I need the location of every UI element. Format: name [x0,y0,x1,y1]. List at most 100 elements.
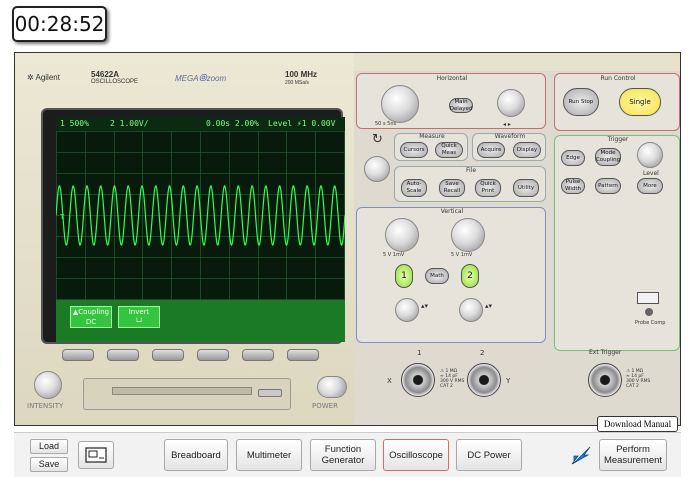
time-scale: 0.00s 2.00% [206,119,259,128]
acquire-button[interactable]: Acquire [477,142,505,158]
probe-comp-label: Probe Comp [635,320,666,326]
trigger-section: Trigger Edge Mode Coupling Level Pulse W… [554,135,680,351]
math-button[interactable]: Math [425,268,449,284]
waveform-title: Waveform [494,133,526,140]
mode-coupling-button[interactable]: Mode Coupling [595,148,621,166]
main-delayed-button[interactable]: Main Delayed [449,98,473,113]
save-button[interactable]: Save [30,457,68,472]
ch1-input-label: 1 [417,349,422,357]
breadboard-button[interactable]: Breadboard [164,439,228,471]
intensity-knob[interactable] [34,371,62,399]
sample-rate-label: 200 MSa/s [285,80,309,86]
edge-button[interactable]: Edge [561,150,585,166]
horizontal-title: Horizontal [436,75,468,82]
pattern-button[interactable]: Pattern [595,178,621,194]
waveform-section: Waveform Acquire Display [472,133,546,161]
x-input-label: X [387,377,392,385]
perform-measurement-button[interactable]: Perform Measurement [599,439,667,471]
trigger-level: Level ⚡1 0.00V [268,119,336,128]
bottom-toolbar: Load Save Breadboard Multimeter Function… [14,432,681,477]
ch1-scale: 1 500% [60,119,89,128]
ext-trigger-input-spec: ⚠ 1 MΩ ≈ 14 pF 300 V RMS CAT 2 [626,369,651,389]
file-title: File [465,167,477,174]
softkey-button-4[interactable] [197,349,229,361]
ch1-bnc-connector[interactable] [401,363,435,397]
trigger-level-label: Level [643,170,659,177]
ch1-button[interactable]: 1 [395,264,413,288]
download-manual-button[interactable]: Download Manual [597,416,678,432]
ch1-position-knob[interactable] [395,298,419,322]
vertical-title: Vertical [440,208,464,215]
oscilloscope-button[interactable]: Oscilloscope [383,439,449,471]
oscilloscope-display: 1 500% 2 1.00V/ 0.00s 2.00% Level ⚡1 0.0… [56,117,345,342]
auto-scale-button[interactable]: Auto-Scale [401,179,427,197]
trigger-level-knob[interactable] [637,142,663,168]
horizontal-time-labels: 50 s 5ns [375,121,397,127]
dc-power-button[interactable]: DC Power [456,439,522,471]
run-control-section: Run Control Run Stop Single [554,73,680,131]
screen-capture-icon [85,447,107,463]
softkey-coupling[interactable]: ▲Coupling DC [70,306,112,328]
save-recall-button[interactable]: Save Recall [439,179,465,197]
display-button[interactable]: Display [513,142,541,158]
ch1-updown-icon: ▴▾ [421,302,429,310]
softkey-button-5[interactable] [242,349,274,361]
multimeter-button[interactable]: Multimeter [236,439,302,471]
softkey-button-2[interactable] [107,349,139,361]
trigger-title: Trigger [607,136,629,143]
ext-trigger-bnc-connector[interactable] [588,363,622,397]
single-button[interactable]: Single [619,88,661,116]
cursors-button[interactable]: Cursors [400,142,428,158]
megazoom-logo: MEGA⦾zoom [175,73,227,84]
utility-button[interactable]: Utility [513,179,539,197]
ch1-input-spec: ⚠ 1 MΩ ≈ 14 pF 300 V RMS CAT 2 [440,369,465,389]
ch1-volts-labels: 5 V 1mV [383,252,405,258]
softkey-button-6[interactable] [287,349,319,361]
control-panel: Horizontal 50 s 5ns Main Delayed ◂ ▸ Run… [354,71,680,425]
quick-print-button[interactable]: Quick Print [475,179,501,197]
ch2-bnc-connector[interactable] [467,363,501,397]
ch2-input-label: 2 [480,349,485,357]
softkey-button-3[interactable] [152,349,184,361]
probe-comp-terminal [637,292,659,304]
waveform-graticule: T [56,131,345,300]
intensity-label: INTENSITY [27,402,64,410]
ch1-volts-knob[interactable] [385,218,419,252]
function-generator-button[interactable]: Function Generator [310,439,376,471]
horizontal-arrows-icon: ◂ ▸ [503,121,511,128]
undo-icon[interactable]: ↻ [372,132,383,147]
quick-meas-button[interactable]: Quick Meas [435,142,463,158]
run-control-title: Run Control [600,75,636,82]
ch2-position-knob[interactable] [459,298,483,322]
power-label: POWER [312,402,338,410]
horizontal-position-knob[interactable] [497,89,525,117]
floppy-eject-button[interactable] [258,389,282,397]
ch2-volts-knob[interactable] [451,218,485,252]
model-label: 54622A [91,70,120,79]
power-button[interactable] [317,376,347,398]
ground-marker: T [59,213,65,221]
softkey-invert[interactable]: Invert └┘ [118,306,160,328]
trigger-more-button[interactable]: More [637,178,663,194]
screen-capture-button[interactable] [78,441,114,469]
agilent-logo: ✲ Agilent [27,73,60,82]
entry-knob[interactable] [364,156,390,182]
floppy-slot [112,387,252,395]
brand-label: Agilent [35,73,60,82]
horizontal-scale-knob[interactable] [381,85,419,123]
ch2-button[interactable]: 2 [461,264,479,288]
model-sub-label: OSCILLOSCOPE [91,79,139,85]
y-input-label: Y [506,377,511,385]
horizontal-section: Horizontal 50 s 5ns Main Delayed ◂ ▸ [356,73,546,129]
load-button[interactable]: Load [30,439,68,454]
elapsed-timer: 00:28:52 [12,6,107,42]
ext-trigger-label: Ext Trigger [589,349,622,356]
status-bar: 1 500% 2 1.00V/ 0.00s 2.00% Level ⚡1 0.0… [56,117,345,131]
pulse-width-button[interactable]: Pulse Width [561,178,585,194]
floppy-drive [83,378,291,410]
probe-comp-ground [645,308,653,316]
softkey-bar: ▲Coupling DC Invert └┘ [56,300,345,342]
run-stop-button[interactable]: Run Stop [563,88,599,116]
softkey-button-1[interactable] [62,349,94,361]
ch2-updown-icon: ▴▾ [485,302,493,310]
